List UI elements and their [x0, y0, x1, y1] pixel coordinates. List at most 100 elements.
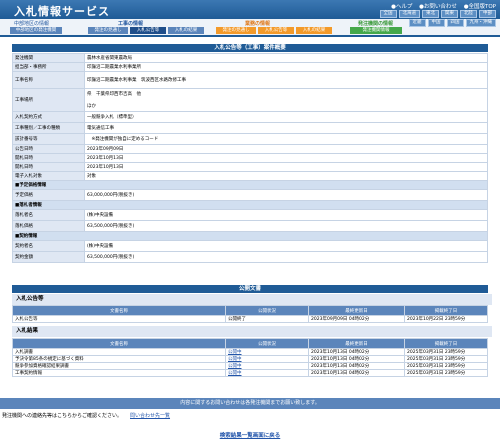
public-docs-heading: 公開文書 [12, 285, 488, 293]
doc-name: 工事契約情報 [12, 369, 226, 377]
table-row: 公告日時 2023年09月09日 [12, 144, 488, 154]
region-tab[interactable]: 近畿 [408, 19, 426, 27]
row-label: 該計番号等 [12, 133, 85, 145]
tab-services-notices[interactable]: 入札公告等 [258, 27, 294, 34]
table-row: 発注機関 農林水産省関東農政局 [12, 53, 488, 63]
doc-name: 入札調書 [12, 348, 226, 356]
row-label: 落札者名 [12, 209, 85, 221]
col-header: 文書名称 [12, 338, 226, 349]
services-group-label: 業務の情報 [245, 21, 271, 27]
region-tab[interactable]: 四国 [446, 19, 464, 27]
region-info-label: 中部地区の情報 [14, 21, 50, 27]
row-label: 契約者名 [12, 240, 85, 252]
inquiry-bar: 内容に関するお問い合わせは各発注機関までお願い致します。 [0, 398, 500, 409]
doc-status: 公開終了 [225, 315, 309, 323]
case-table: 発注機関 農林水産省関東農政局 担当部・事務所 印旛沼二期農業水利事業所 工事名称印… [12, 53, 488, 263]
row-value: 農林水産省関東農政局 [84, 53, 488, 63]
table-header: 文書名称 公開状況 最終更新日 掲載終了日 [12, 338, 488, 349]
result-docs-title: 入札結果 [12, 326, 492, 337]
table-row: 工事名称 印旛沼二期農業水利事業 筑波西区水路改修工事 [12, 71, 488, 89]
tab-orderer-info[interactable]: 発注機関情報 [350, 27, 402, 34]
winner-section-label: ■落札者情報 [12, 200, 488, 210]
doc-status-link[interactable]: 公開中 [225, 369, 309, 377]
table-row: 入札調書 公開中 2023年10月13日 04時02分 2025年03月31日 … [12, 348, 488, 356]
location-extra: ほか [87, 104, 96, 109]
table-row: 電子入札対象 対象 [12, 171, 488, 181]
table-row: 開札日時 2023年10月13日 [12, 162, 488, 172]
doc-updated: 2023年10月13日 04時02分 [308, 355, 405, 363]
region-tabs-2: 近畿 中国 四国 九州・沖縄 [408, 19, 496, 27]
region-tab[interactable]: 北海道 [398, 10, 420, 18]
col-header: 掲載終了日 [404, 305, 488, 316]
table-row: 落札者名 (株)中央設備 [12, 209, 488, 221]
back-to-results-link[interactable]: 検索結果一覧画面に戻る [0, 431, 500, 439]
row-value: 2023年10月13日 [84, 153, 488, 163]
row-value: 63,500,000円(税抜き) [84, 220, 488, 232]
row-value: 印旛沼二期農業水利事業 筑波西区水路改修工事 [84, 71, 488, 89]
doc-status-link[interactable]: 公開中 [225, 355, 309, 363]
nav-rule [0, 35, 500, 37]
region-tab[interactable]: 北陸 [460, 10, 477, 18]
region-tab[interactable]: 東北 [422, 10, 439, 18]
doc-status-link[interactable]: 公開中 [225, 362, 309, 370]
col-header: 最終更新日 [308, 305, 405, 316]
region-tab[interactable]: 全国 [379, 10, 397, 18]
table-row: 競争参加資格確認結果調書 公開中 2023年10月13日 04時02分 2025… [12, 362, 488, 370]
contact-note: 発注機関への連絡先等はこちらからご確認ください。 [2, 413, 123, 419]
orderers-group-label: 発注機関の情報 [358, 21, 394, 27]
doc-updated: 2023年09月09日 04時02分 [308, 315, 405, 323]
case-heading: 入札公告等（工事）案件概要 [12, 44, 488, 52]
tab-works-notices[interactable]: 入札公告等 [130, 27, 166, 34]
row-value: 対象 [84, 171, 488, 181]
contact-list-link[interactable]: 問い合わせ先一覧 [130, 412, 170, 419]
table-row: 入札契約方式 一般競争入札（標準型） [12, 111, 488, 123]
region-tab[interactable]: 関東 [441, 10, 458, 18]
row-label: 予定価格 [12, 189, 85, 201]
tab-services-outlook[interactable]: 発注の見通し [216, 27, 256, 34]
contract-section-label: ■契約情報 [12, 231, 488, 241]
region-tab[interactable]: 中部 [479, 10, 496, 18]
doc-name: 入札公告等 [12, 315, 226, 323]
works-group-label: 工事の情報 [118, 21, 144, 27]
table-row: 落札価格 63,500,000円(税抜き) [12, 220, 488, 232]
table-row: 工事種別／工事の種類 電気通信工事 [12, 122, 488, 134]
estimate-section-label: ■予定価格情報 [12, 180, 488, 190]
col-header: 公開状況 [225, 305, 309, 316]
table-row: 工事契約情報 公開中 2023年10月13日 04時02分 2025年03月31… [12, 369, 488, 377]
table-row: 契約者名 (株)中央設備 [12, 240, 488, 252]
row-value: 電気通信工事 [84, 122, 488, 134]
col-header: 最終更新日 [308, 338, 405, 349]
doc-updated: 2023年10月13日 04時02分 [308, 362, 405, 370]
tab-services-results[interactable]: 入札の結果 [296, 27, 332, 34]
region-tab[interactable]: 中国 [427, 19, 445, 27]
table-row: 開札日時 2023年10月13日 [12, 153, 488, 163]
tab-works-outlook[interactable]: 発注の見通し [88, 27, 128, 34]
col-header: 掲載終了日 [404, 338, 488, 349]
row-label: 工事種別／工事の種類 [12, 122, 85, 134]
table-row: 予定価格 63,000,000円(税抜き) [12, 189, 488, 201]
row-label: 入札契約方式 [12, 111, 85, 123]
row-label: 電子入札対象 [12, 171, 85, 181]
table-row: 工事場所県 千葉県印西市吉高 他ほか [12, 88, 488, 112]
row-value: 63,500,000円(税抜き) [84, 251, 488, 263]
location-text: 県 千葉県印西市吉高 他 [87, 92, 141, 97]
table-row: 該計番号等 ※発注機関が独自に定めるコード [12, 133, 488, 145]
page-header: 入札情報サービス ●ヘルプ ●お問い合わせ ●全国版TOP 全国 北海道 東北 … [0, 0, 500, 19]
row-value: (株)中央設備 [84, 209, 488, 221]
doc-end: 2023年10月22日 23時59分 [404, 315, 488, 323]
table-row: 契約金額 63,500,000円(税抜き) [12, 251, 488, 263]
section-row: ■契約情報 [12, 231, 488, 241]
doc-name: 競争参加資格確認結果調書 [12, 362, 226, 370]
row-label: 契約金額 [12, 251, 85, 263]
row-value: 印旛沼二期農業水利事業所 [84, 62, 488, 72]
result-docs-table: 文書名称 公開状況 最終更新日 掲載終了日 入札調書 公開中 2023年10月1… [12, 338, 488, 377]
tab-works-results[interactable]: 入札の結果 [168, 27, 204, 34]
col-header: 文書名称 [12, 305, 226, 316]
row-label: 工事名称 [12, 71, 85, 89]
doc-name: 予決令第85条の規定に基づく資料 [12, 355, 226, 363]
table-row: 担当部・事務所 印旛沼二期農業水利事業所 [12, 62, 488, 72]
doc-status-link[interactable]: 公開中 [225, 348, 309, 356]
region-tab[interactable]: 九州・沖縄 [465, 19, 496, 27]
doc-end: 2025年03月31日 23時59分 [404, 369, 488, 377]
tab-region-orderers[interactable]: 中部地区の発注機関 [10, 27, 62, 34]
